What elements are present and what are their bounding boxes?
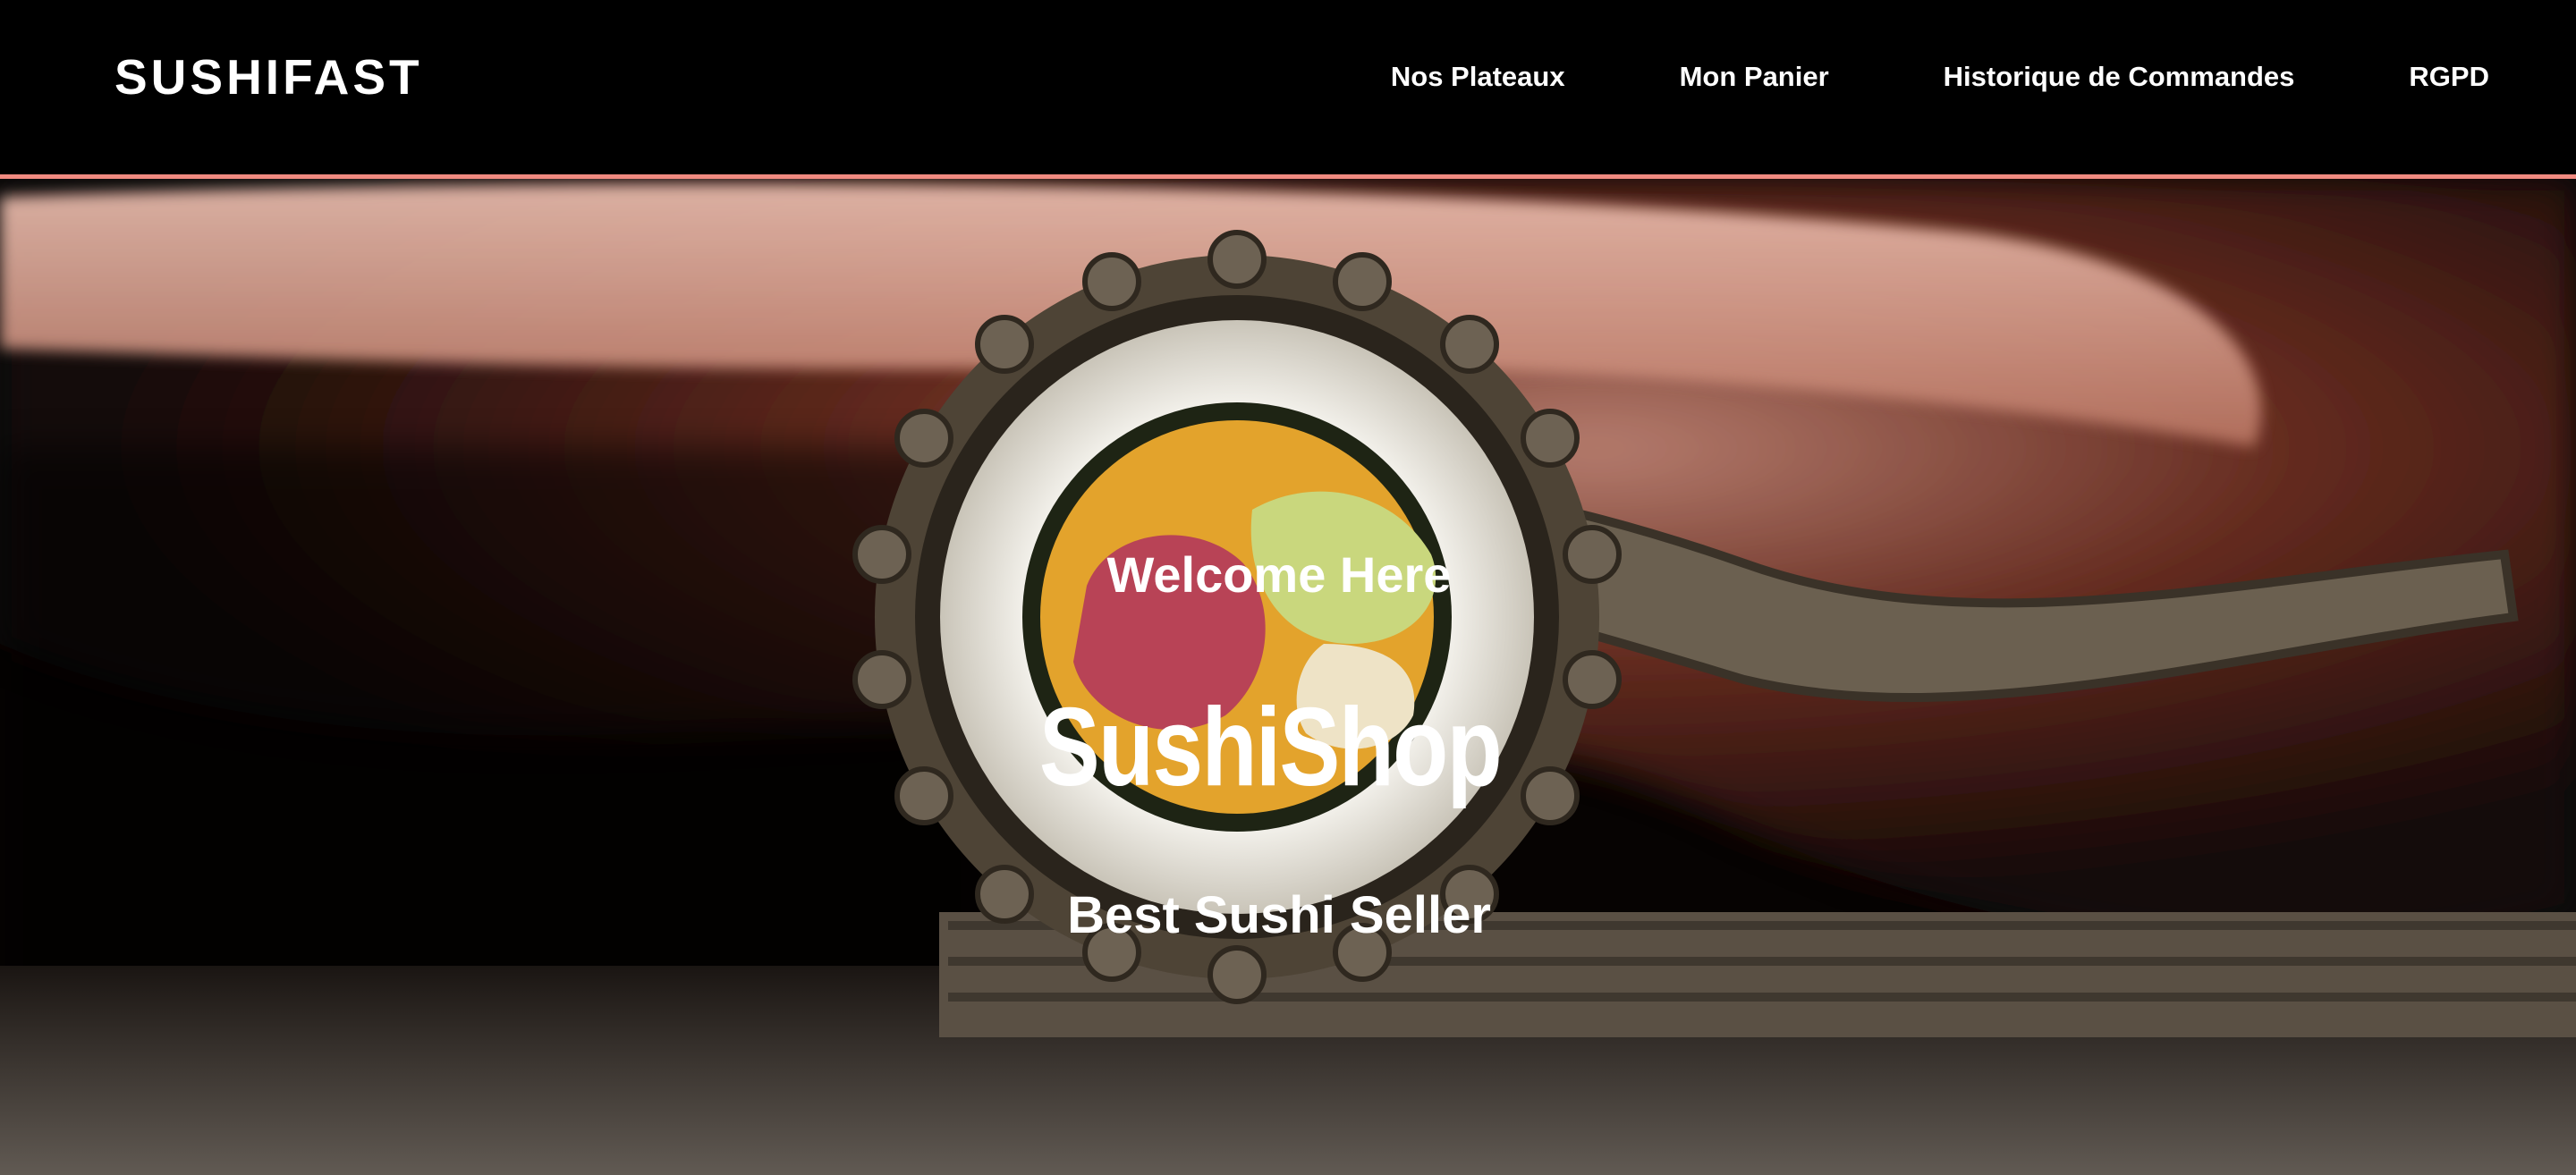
hero-subtitle: Best Sushi Seller [1067, 886, 1491, 944]
nav-link-mon-panier[interactable]: Mon Panier [1680, 61, 1829, 93]
hero-welcome-text: Welcome Here [1106, 546, 1452, 603]
main-nav: Nos Plateaux Mon Panier Historique de Co… [1391, 61, 2489, 93]
nav-link-nos-plateaux[interactable]: Nos Plateaux [1391, 61, 1565, 93]
top-navbar: SUSHIFAST Nos Plateaux Mon Panier Histor… [0, 0, 2576, 179]
hero-section: Welcome Here SushiShop Best Sushi Seller [0, 179, 2576, 1175]
brand-logo[interactable]: SUSHIFAST [114, 48, 423, 106]
hero-title: SushiShop [1038, 686, 1503, 809]
hero-background-image [0, 179, 2576, 1175]
nav-link-historique-commandes[interactable]: Historique de Commandes [1944, 61, 2295, 93]
nav-link-rgpd[interactable]: RGPD [2409, 61, 2489, 93]
